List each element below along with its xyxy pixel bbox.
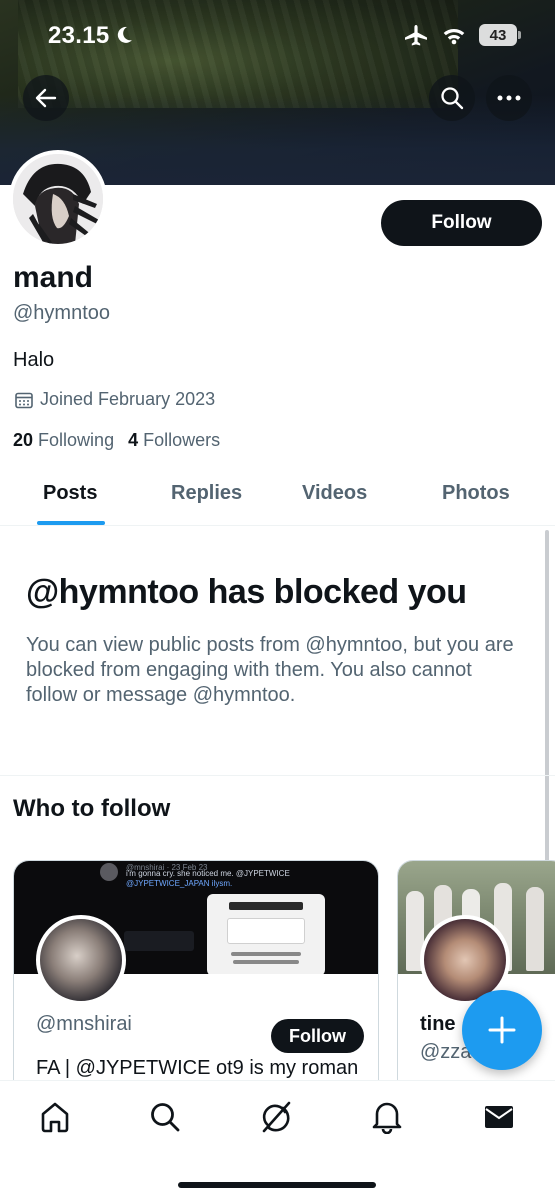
profile-tabs: Posts Replies Videos Photos	[0, 470, 555, 526]
followers-count: 4	[128, 430, 139, 450]
calendar-icon	[15, 392, 33, 408]
envelope-icon	[485, 1106, 513, 1128]
banner-dialog-box	[227, 918, 305, 944]
status-icons: 43	[403, 24, 521, 46]
more-icon	[497, 95, 521, 101]
banner-dialog-line	[231, 952, 301, 956]
profile-handle: @hymntoo	[13, 302, 111, 324]
profile-avatar[interactable]	[9, 150, 107, 248]
display-name: mand	[13, 261, 94, 294]
status-time: 23.15	[48, 22, 110, 49]
blocked-title: @hymntoo has blocked you	[26, 573, 467, 611]
nav-grok[interactable]	[258, 1099, 294, 1135]
active-tab-indicator	[37, 521, 105, 525]
banner-mini-reply	[124, 931, 194, 951]
joined-date: Joined February 2023	[14, 389, 215, 410]
tab-videos[interactable]: Videos	[302, 482, 367, 505]
followers-label: Followers	[143, 430, 221, 450]
tab-photos[interactable]: Photos	[442, 482, 510, 505]
airplane-icon	[405, 25, 427, 46]
card-avatar	[36, 915, 126, 1005]
arrow-left-icon	[35, 88, 57, 108]
nav-search[interactable]	[147, 1099, 183, 1135]
search-icon	[441, 87, 464, 110]
banner-figure	[526, 887, 544, 971]
more-options-button[interactable]	[486, 75, 532, 121]
tab-replies[interactable]: Replies	[171, 482, 242, 505]
plus-icon	[488, 1016, 516, 1044]
follow-button[interactable]: Follow	[381, 200, 542, 246]
following-link[interactable]: 20 Following	[13, 430, 114, 451]
card-bio: FA | @JYPETWICE ot9 is my roman	[36, 1057, 359, 1079]
home-icon	[41, 1102, 69, 1133]
card-display-name: tine	[420, 1013, 456, 1035]
nav-home[interactable]	[37, 1099, 73, 1135]
banner-caption: i'm gonna cry. she noticed me. @JYPETWIC…	[126, 869, 290, 878]
following-label: Following	[38, 430, 115, 450]
who-to-follow-title: Who to follow	[13, 795, 171, 822]
banner-dialog-line	[233, 960, 299, 964]
moon-icon	[117, 26, 132, 43]
banner-mini-avatar	[100, 863, 118, 881]
compose-post-button[interactable]	[462, 990, 542, 1070]
followers-link[interactable]: 4 Followers	[128, 430, 220, 451]
grok-icon	[262, 1101, 291, 1133]
search-button[interactable]	[429, 75, 475, 121]
nav-messages[interactable]	[481, 1099, 517, 1135]
card-follow-button[interactable]: Follow	[271, 1019, 364, 1053]
wifi-icon	[443, 28, 465, 45]
bell-icon	[372, 1102, 402, 1134]
banner-dialog	[207, 894, 325, 974]
avatar-image	[13, 154, 103, 244]
battery-indicator: 43	[479, 24, 521, 46]
search-icon	[151, 1103, 180, 1132]
following-count: 20	[13, 430, 34, 450]
tab-posts[interactable]: Posts	[43, 482, 97, 505]
card-handle: @mnshirai	[36, 1013, 132, 1035]
section-divider	[0, 775, 555, 776]
banner-caption: @JYPETWICE_JAPAN ilysm.	[126, 879, 233, 888]
joined-text: Joined February 2023	[40, 389, 216, 409]
banner-dialog-bar	[229, 902, 303, 910]
follow-stats: 20 Following 4 Followers	[13, 430, 220, 451]
back-button[interactable]	[23, 75, 69, 121]
nav-notifications[interactable]	[369, 1099, 405, 1135]
banner-photo	[18, 0, 458, 108]
profile-bio: Halo	[13, 349, 55, 371]
home-indicator[interactable]	[178, 1182, 376, 1188]
blocked-message: You can view public posts from @hymntoo,…	[26, 634, 514, 706]
